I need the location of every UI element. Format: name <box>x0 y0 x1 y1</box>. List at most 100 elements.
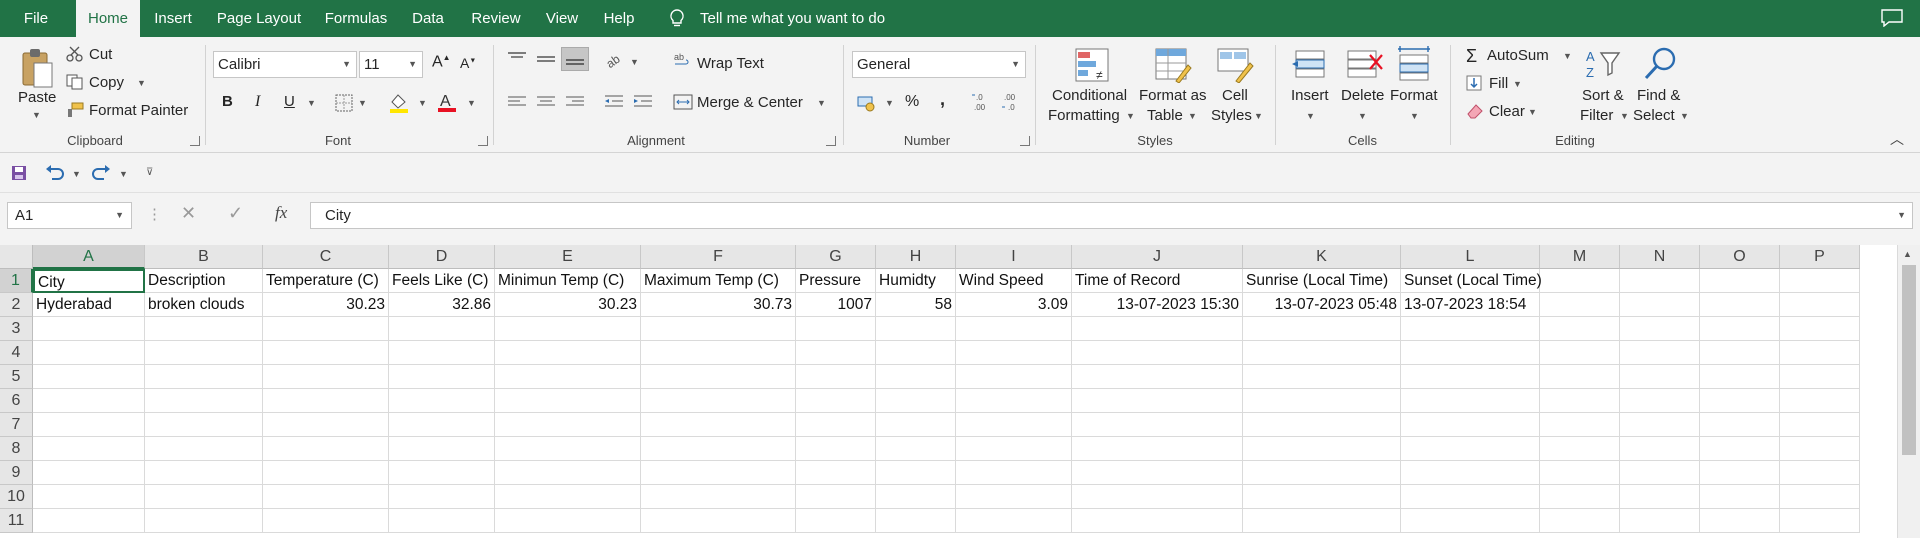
cell-e10[interactable] <box>495 485 641 509</box>
cell-n5[interactable] <box>1620 365 1700 389</box>
redo-dropdown-icon[interactable]: ▼ <box>119 169 128 179</box>
cell-l8[interactable] <box>1401 437 1540 461</box>
cell-e8[interactable] <box>495 437 641 461</box>
number-format-select[interactable]: General ▼ <box>852 51 1026 78</box>
name-box[interactable]: A1 ▼ <box>7 202 132 229</box>
format-painter-button[interactable]: Format Painter <box>89 102 188 119</box>
cell-p1[interactable] <box>1780 269 1860 293</box>
cell-n1[interactable] <box>1620 269 1700 293</box>
copy-icon[interactable] <box>66 74 84 90</box>
cell-n10[interactable] <box>1620 485 1700 509</box>
cell-c6[interactable] <box>263 389 389 413</box>
cell-c1[interactable]: Temperature (C) <box>263 269 389 293</box>
cut-button[interactable]: Cut <box>89 46 112 63</box>
tell-me-search[interactable]: Tell me what you want to do <box>700 0 885 37</box>
cell-k8[interactable] <box>1243 437 1401 461</box>
cell-n4[interactable] <box>1620 341 1700 365</box>
cell-l9[interactable] <box>1401 461 1540 485</box>
cell-l6[interactable] <box>1401 389 1540 413</box>
increase-decimal-icon[interactable]: .0.00 <box>970 91 992 113</box>
cell-o8[interactable] <box>1700 437 1780 461</box>
cell-a7[interactable] <box>33 413 145 437</box>
align-center-icon[interactable] <box>535 93 557 111</box>
font-name-select[interactable]: Calibri ▼ <box>213 51 357 78</box>
find-dropdown-icon[interactable]: ▼ <box>1680 111 1689 121</box>
cell-j2[interactable]: 13-07-2023 15:30 <box>1072 293 1243 317</box>
delete-cells-button[interactable]: Delete <box>1341 87 1384 104</box>
cell-i10[interactable] <box>956 485 1072 509</box>
paste-icon[interactable] <box>20 47 54 89</box>
vertical-scrollbar[interactable]: ▲ <box>1897 245 1920 538</box>
column-header-p[interactable]: P <box>1780 245 1860 269</box>
tab-insert[interactable]: Insert <box>150 0 196 37</box>
cell-k5[interactable] <box>1243 365 1401 389</box>
row-header-8[interactable]: 8 <box>0 437 33 461</box>
cell-l3[interactable] <box>1401 317 1540 341</box>
cell-k3[interactable] <box>1243 317 1401 341</box>
tab-data[interactable]: Data <box>406 0 450 37</box>
format-as-table-label-2[interactable]: Table <box>1147 107 1183 124</box>
cell-m11[interactable] <box>1540 509 1620 533</box>
cell-f10[interactable] <box>641 485 796 509</box>
cell-a1[interactable]: City <box>33 269 145 293</box>
cell-j6[interactable] <box>1072 389 1243 413</box>
cell-a3[interactable] <box>33 317 145 341</box>
cell-g6[interactable] <box>796 389 876 413</box>
cell-styles-dropdown-icon[interactable]: ▼ <box>1254 111 1263 121</box>
cell-j7[interactable] <box>1072 413 1243 437</box>
column-header-d[interactable]: D <box>389 245 495 269</box>
row-header-11[interactable]: 11 <box>0 509 33 533</box>
cell-h3[interactable] <box>876 317 956 341</box>
font-size-select[interactable]: 11 ▼ <box>359 51 423 78</box>
insert-dropdown-icon[interactable]: ▼ <box>1306 111 1315 121</box>
collapse-ribbon-icon[interactable]: ︿ <box>1890 129 1904 149</box>
cell-f6[interactable] <box>641 389 796 413</box>
orientation-dropdown-icon[interactable]: ▼ <box>630 57 639 67</box>
align-right-icon[interactable] <box>564 93 586 111</box>
cell-n2[interactable] <box>1620 293 1700 317</box>
cell-o3[interactable] <box>1700 317 1780 341</box>
cell-a8[interactable] <box>33 437 145 461</box>
column-header-n[interactable]: N <box>1620 245 1700 269</box>
customize-qat-icon[interactable]: ⊽ <box>146 167 153 178</box>
cell-g11[interactable] <box>796 509 876 533</box>
cell-m8[interactable] <box>1540 437 1620 461</box>
align-middle-icon[interactable] <box>535 50 557 68</box>
cell-c4[interactable] <box>263 341 389 365</box>
fill-down-icon[interactable] <box>1466 75 1482 91</box>
cell-f3[interactable] <box>641 317 796 341</box>
cell-b8[interactable] <box>145 437 263 461</box>
formula-input[interactable]: City ▼ <box>310 202 1913 229</box>
cell-h10[interactable] <box>876 485 956 509</box>
cell-e4[interactable] <box>495 341 641 365</box>
cell-k1[interactable]: Sunrise (Local Time) <box>1243 269 1401 293</box>
conditional-formatting-label-1[interactable]: Conditional <box>1052 87 1127 104</box>
delete-cells-icon[interactable] <box>1346 47 1384 81</box>
row-header-5[interactable]: 5 <box>0 365 33 389</box>
cell-f5[interactable] <box>641 365 796 389</box>
comments-icon[interactable] <box>1881 9 1903 27</box>
cell-e9[interactable] <box>495 461 641 485</box>
cell-p11[interactable] <box>1780 509 1860 533</box>
cell-a9[interactable] <box>33 461 145 485</box>
cell-g1[interactable]: Pressure <box>796 269 876 293</box>
scrollbar-thumb[interactable] <box>1902 265 1916 455</box>
format-cells-button[interactable]: Format <box>1390 87 1438 104</box>
cell-d2[interactable]: 32.86 <box>389 293 495 317</box>
column-header-a[interactable]: A <box>33 245 145 269</box>
cell-l10[interactable] <box>1401 485 1540 509</box>
sort-filter-label-1[interactable]: Sort & <box>1582 87 1624 104</box>
cell-b7[interactable] <box>145 413 263 437</box>
delete-dropdown-icon[interactable]: ▼ <box>1358 111 1367 121</box>
cell-b9[interactable] <box>145 461 263 485</box>
font-color-icon[interactable]: A <box>436 91 458 113</box>
conditional-dropdown-icon[interactable]: ▼ <box>1126 111 1135 121</box>
tab-home[interactable]: Home <box>76 0 140 37</box>
tab-file[interactable]: File <box>8 0 64 37</box>
column-header-k[interactable]: K <box>1243 245 1401 269</box>
cell-n11[interactable] <box>1620 509 1700 533</box>
row-header-9[interactable]: 9 <box>0 461 33 485</box>
borders-icon[interactable] <box>335 94 353 112</box>
cell-f2[interactable]: 30.73 <box>641 293 796 317</box>
cell-p4[interactable] <box>1780 341 1860 365</box>
